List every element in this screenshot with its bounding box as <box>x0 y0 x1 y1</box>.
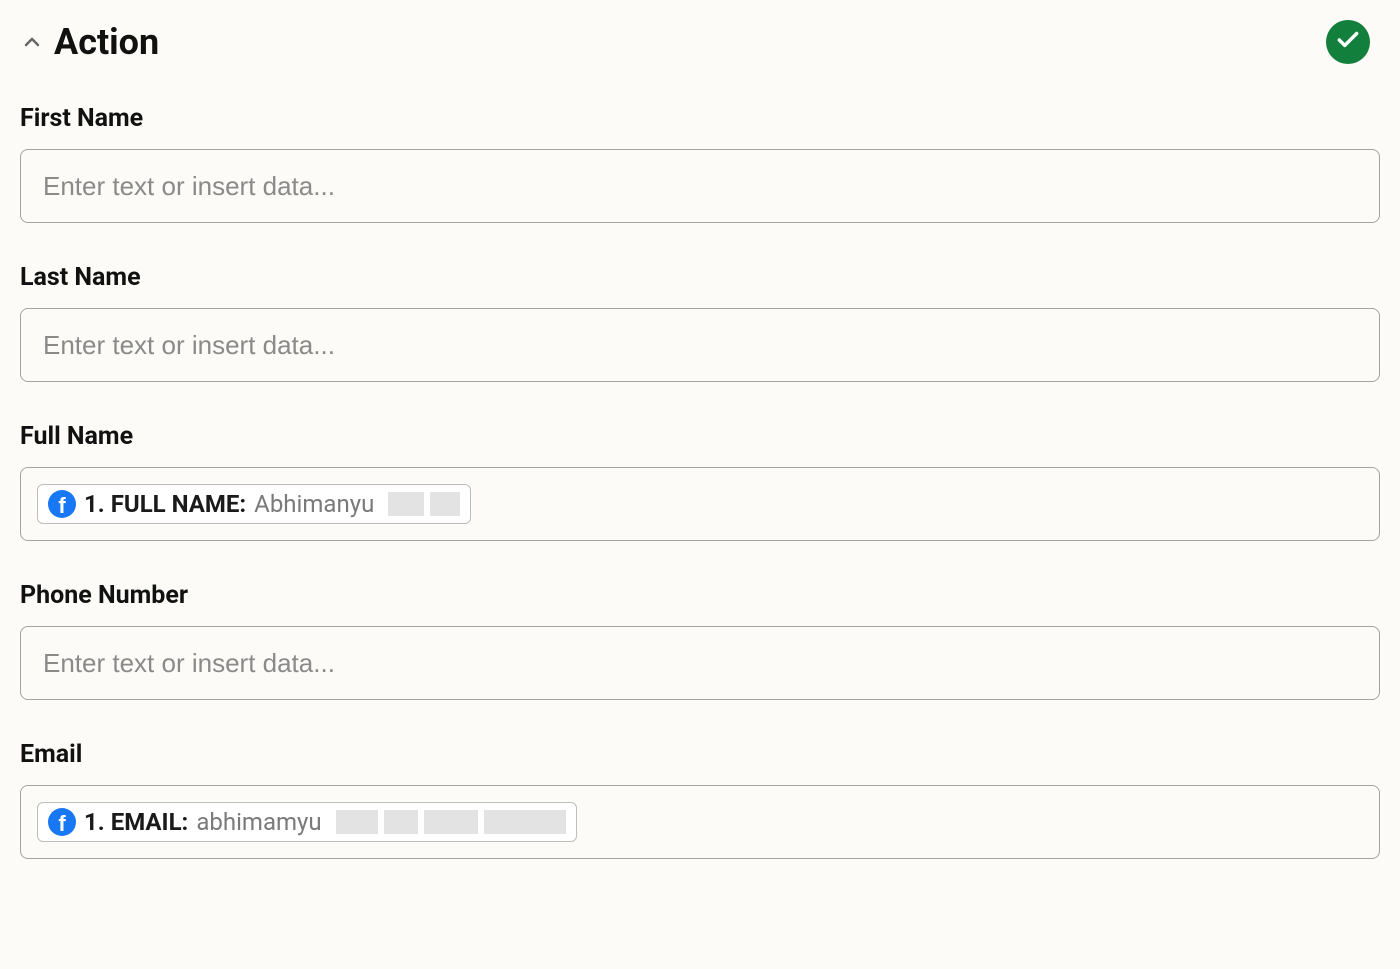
redacted-placeholder <box>336 810 566 834</box>
facebook-icon: f <box>48 490 76 518</box>
phone-number-input[interactable] <box>20 626 1380 700</box>
check-icon <box>1335 27 1361 57</box>
full-name-input[interactable]: f 1. FULL NAME: Abhimanyu <box>20 467 1380 541</box>
status-success-badge <box>1326 20 1370 64</box>
section-title: Action <box>54 21 159 63</box>
full-name-data-pill[interactable]: f 1. FULL NAME: Abhimanyu <box>37 484 471 524</box>
email-label: Email <box>20 740 1380 769</box>
last-name-input[interactable] <box>20 308 1380 382</box>
full-name-label: Full Name <box>20 422 1380 451</box>
pill-value: Abhimanyu <box>254 490 374 518</box>
pill-label: 1. FULL NAME: <box>84 490 246 518</box>
field-phone-number: Phone Number <box>20 581 1380 700</box>
field-email: Email f 1. EMAIL: abhimamyu <box>20 740 1380 859</box>
email-data-pill[interactable]: f 1. EMAIL: abhimamyu <box>37 802 577 842</box>
facebook-icon: f <box>48 808 76 836</box>
field-full-name: Full Name f 1. FULL NAME: Abhimanyu <box>20 422 1380 541</box>
pill-value: abhimamyu <box>196 808 321 836</box>
first-name-input[interactable] <box>20 149 1380 223</box>
field-last-name: Last Name <box>20 263 1380 382</box>
last-name-label: Last Name <box>20 263 1380 292</box>
section-header: Action <box>20 20 1380 64</box>
pill-label: 1. EMAIL: <box>84 808 188 836</box>
section-header-toggle[interactable]: Action <box>20 21 159 63</box>
first-name-label: First Name <box>20 104 1380 133</box>
chevron-up-icon <box>20 30 44 54</box>
field-first-name: First Name <box>20 104 1380 223</box>
phone-number-label: Phone Number <box>20 581 1380 610</box>
email-input[interactable]: f 1. EMAIL: abhimamyu <box>20 785 1380 859</box>
redacted-placeholder <box>388 492 460 516</box>
